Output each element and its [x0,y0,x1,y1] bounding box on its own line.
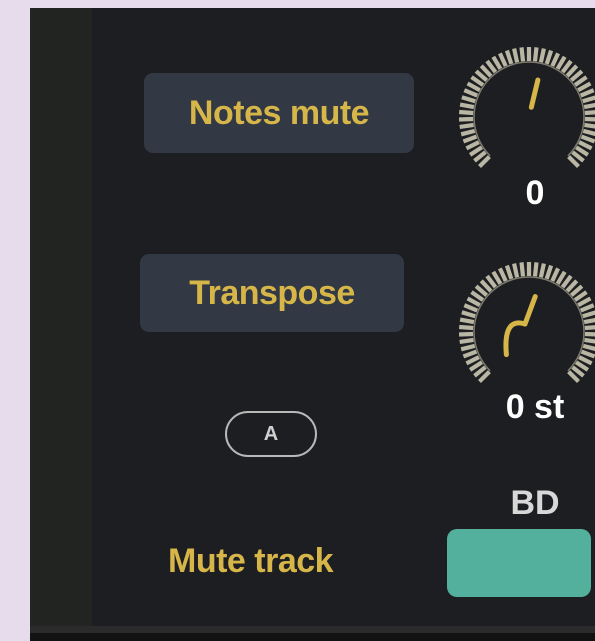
knob-tick [462,134,478,144]
knob-tick [578,355,593,366]
knob-tick [550,267,560,282]
knob-tick [582,128,595,137]
a-badge-label: A [263,422,279,445]
knob-tick [459,109,474,116]
knob-tick [584,337,595,344]
notes-mute-button[interactable]: Notes mute [144,73,414,153]
mute-track-toggle[interactable] [447,529,591,597]
knob-tick [461,310,476,319]
knob-needle [528,77,541,110]
knob-tick [584,122,595,129]
knob-ring [458,47,595,168]
knob-tick [459,122,474,130]
transpose-button[interactable]: Transpose [140,254,404,332]
knob-tick [504,49,514,65]
knob-tick [555,55,567,70]
knob-tick [583,317,595,325]
knob-tick [582,310,595,319]
bottom-divider [30,626,595,633]
knob-tick [491,55,503,70]
notes-mute-knob[interactable] [454,42,595,192]
knob-tick [460,128,476,137]
knob-tick [538,263,546,278]
knob-tick [459,337,474,345]
knob-tick [498,52,508,67]
knob-tick [462,349,478,359]
knob-tick [577,81,592,93]
knob-tick [555,270,567,285]
knob-tick [577,296,592,308]
knob-arc [503,320,528,358]
knob-tick [512,263,520,278]
knob-tick [466,81,481,93]
knob-tick [459,317,475,325]
knob-tick [463,303,479,313]
knob-tick [579,88,595,98]
knob-tick [519,262,526,277]
knob-tick [583,102,595,110]
knob-tick [459,324,474,331]
knob-tick [532,47,539,62]
knob-needle [522,294,538,327]
knob-tick [579,303,595,313]
device-panel: Notes mute 0 Transpose 0 st A BD Mute tr… [30,8,595,641]
knob-tick [465,355,480,366]
knob-tick [538,48,546,63]
notes-mute-value: 0 [525,174,545,212]
transpose-value: 0 st [505,388,565,426]
knob-tick [512,48,520,63]
knob-tick [498,267,508,282]
knob-tick [550,52,560,67]
knob-tick [459,102,475,110]
left-strip [30,8,92,626]
knob-tick [582,343,595,352]
knob-tick [466,296,481,308]
knob-tick [580,134,595,144]
track-name: BD [510,484,560,522]
knob-tick [491,270,503,285]
transpose-knob[interactable] [454,257,595,407]
knob-tick [584,110,595,116]
knob-tick [584,325,595,331]
knob-tick [578,140,593,151]
bottom-bar [30,633,595,641]
knob-tick [519,47,526,62]
knob-tick [544,264,554,280]
knob-tick [460,343,476,352]
a-badge-button[interactable]: A [225,411,317,457]
knob-tick [461,95,476,104]
knob-tick [504,264,514,280]
knob-tick [544,49,554,65]
knob-tick [463,88,479,98]
knob-tick [532,262,539,277]
knob-tick [465,140,480,151]
mute-track-label: Mute track [168,542,334,580]
knob-tick [580,349,595,359]
knob-tick [582,95,595,104]
